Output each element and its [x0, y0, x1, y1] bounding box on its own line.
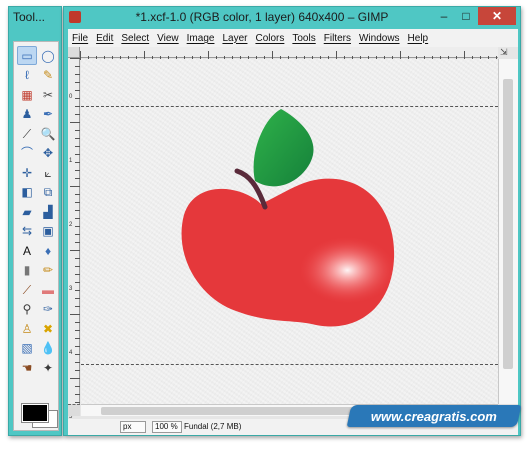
- foreground-color-swatch[interactable]: [21, 403, 49, 423]
- minimize-button[interactable]: –: [434, 7, 454, 25]
- vertical-ruler-label: 2: [69, 222, 73, 228]
- horizontal-ruler[interactable]: [80, 47, 498, 60]
- vertical-ruler-label: 0: [69, 94, 73, 100]
- vertical-ruler-label: 4: [69, 350, 73, 356]
- bucket-fill-icon[interactable]: ♦: [38, 241, 58, 260]
- select-by-color-icon[interactable]: ▦: [17, 85, 37, 104]
- cage-transform-icon[interactable]: ▣: [38, 222, 58, 241]
- image-canvas[interactable]: [81, 59, 498, 404]
- menu-colors[interactable]: Colors: [255, 33, 284, 44]
- eraser-icon[interactable]: ▬: [38, 280, 58, 299]
- toolbox-title: Tool...: [13, 10, 46, 24]
- watermark-banner: www.creagratis.com: [346, 405, 522, 427]
- menu-bar: File Edit Select View Image Layer Colors Tools F…: [68, 29, 518, 47]
- vertical-scrollbar[interactable]: [498, 59, 518, 404]
- zoom-select[interactable]: 100 %: [152, 421, 182, 433]
- fuzzy-select-icon[interactable]: ✎: [38, 66, 58, 85]
- horizontal-scroll-thumb[interactable]: [101, 407, 391, 415]
- tool-grid: ▭ ◯ ℓ ✎ ▦ ✂ ♟ ✒ ⟋ 🔍 ⌒ ✥ ✛ ⟀ ◧ ⧉ ▰ ▟ ⇆ ▣ A ♦ ▮ ✏ ⟋ ▬ ⚲ ✑ ♙ ✖ ▧ 💧 ☚ ✦: [17, 46, 58, 378]
- move-icon[interactable]: ✥: [38, 144, 58, 163]
- perspective-clone-icon[interactable]: ▧: [17, 339, 37, 358]
- menu-windows[interactable]: Windows: [359, 33, 400, 44]
- clone-icon[interactable]: ♙: [17, 319, 37, 338]
- menu-layer[interactable]: Layer: [222, 33, 247, 44]
- maximize-button[interactable]: □: [456, 7, 476, 25]
- menu-image[interactable]: Image: [187, 33, 215, 44]
- vertical-ruler-label: 3: [69, 286, 73, 292]
- rect-select-icon[interactable]: ▭: [17, 46, 37, 65]
- paintbrush-icon[interactable]: ⟋: [17, 280, 37, 299]
- blur-icon[interactable]: 💧: [38, 339, 58, 358]
- menu-filters[interactable]: Filters: [324, 33, 351, 44]
- vertical-ruler-label: 1: [69, 158, 73, 164]
- desktop: Tool... ▭ ◯ ℓ ✎ ▦ ✂ ♟ ✒ ⟋ 🔍 ⌒ ✥ ✛ ⟀ ◧ ⧉ ▰ ▟ ⇆ ▣ A ♦ ▮ ✏ ⟋ ▬ ⚲ ✑ ♙ ✖ ▧ 💧…: [0, 0, 530, 457]
- ink-icon[interactable]: ✑: [38, 300, 58, 319]
- vertical-ruler[interactable]: 012345: [68, 58, 80, 420]
- canvas-boundary-bottom: [81, 364, 498, 365]
- shear-icon[interactable]: ▰: [17, 202, 37, 221]
- menu-tools[interactable]: Tools: [292, 33, 315, 44]
- close-button[interactable]: ✕: [478, 7, 516, 25]
- apple-highlight: [181, 178, 395, 327]
- menu-view[interactable]: View: [157, 33, 179, 44]
- measure-icon[interactable]: ⌒: [17, 144, 37, 163]
- paths-icon[interactable]: ✒: [38, 105, 58, 124]
- image-window: *1.xcf-1.0 (RGB color, 1 layer) 640x400 …: [63, 6, 521, 436]
- free-select-icon[interactable]: ℓ: [17, 66, 37, 85]
- heal-icon[interactable]: ✖: [38, 319, 58, 338]
- vertical-scroll-thumb[interactable]: [503, 79, 513, 369]
- pencil-icon[interactable]: ✏: [38, 261, 58, 280]
- apple-leaf: [253, 109, 314, 187]
- apple-painting: [181, 109, 395, 327]
- toolbox-panel: ▭ ◯ ℓ ✎ ▦ ✂ ♟ ✒ ⟋ 🔍 ⌒ ✥ ✛ ⟀ ◧ ⧉ ▰ ▟ ⇆ ▣ A ♦ ▮ ✏ ⟋ ▬ ⚲ ✑ ♙ ✖ ▧ 💧 ☚ ✦: [13, 41, 59, 431]
- toolbox-window: Tool... ▭ ◯ ℓ ✎ ▦ ✂ ♟ ✒ ⟋ 🔍 ⌒ ✥ ✛ ⟀ ◧ ⧉ ▰ ▟ ⇆ ▣ A ♦ ▮ ✏ ⟋ ▬ ⚲ ✑ ♙ ✖ ▧ 💧…: [8, 6, 62, 436]
- zoom-toggle-icon[interactable]: ⇲: [500, 47, 508, 58]
- ruler-corner[interactable]: [68, 47, 80, 58]
- scale-icon[interactable]: ⧉: [38, 183, 58, 202]
- airbrush-icon[interactable]: ⚲: [17, 300, 37, 319]
- blend-icon[interactable]: ▮: [17, 261, 37, 280]
- zoom-icon[interactable]: 🔍: [38, 124, 58, 143]
- menu-help[interactable]: Help: [408, 33, 429, 44]
- ellipse-select-icon[interactable]: ◯: [38, 46, 58, 65]
- flip-icon[interactable]: ⇆: [17, 222, 37, 241]
- menu-edit[interactable]: Edit: [96, 33, 113, 44]
- canvas-area: 012345 ⇲: [68, 47, 518, 420]
- menu-select[interactable]: Select: [121, 33, 149, 44]
- window-controls: – □ ✕: [434, 7, 516, 25]
- dodge-burn-icon[interactable]: ✦: [38, 358, 58, 377]
- foreground-select-icon[interactable]: ♟: [17, 105, 37, 124]
- unit-select[interactable]: px: [120, 421, 146, 433]
- quick-mask-toggle[interactable]: [68, 404, 80, 416]
- menu-file[interactable]: File: [72, 33, 88, 44]
- layer-info: Fundal (2,7 MB): [184, 422, 242, 431]
- scissors-icon[interactable]: ✂: [38, 85, 58, 104]
- window-title: *1.xcf-1.0 (RGB color, 1 layer) 640x400 …: [135, 10, 389, 24]
- text-icon[interactable]: A: [17, 241, 37, 260]
- smudge-icon[interactable]: ☚: [17, 358, 37, 377]
- perspective-icon[interactable]: ▟: [38, 202, 58, 221]
- watermark-text: www.creagratis.com: [371, 408, 497, 424]
- crop-icon[interactable]: ⟀: [38, 163, 58, 182]
- color-picker-icon[interactable]: ⟋: [17, 124, 37, 143]
- align-icon[interactable]: ✛: [17, 163, 37, 182]
- rotate-icon[interactable]: ◧: [17, 183, 37, 202]
